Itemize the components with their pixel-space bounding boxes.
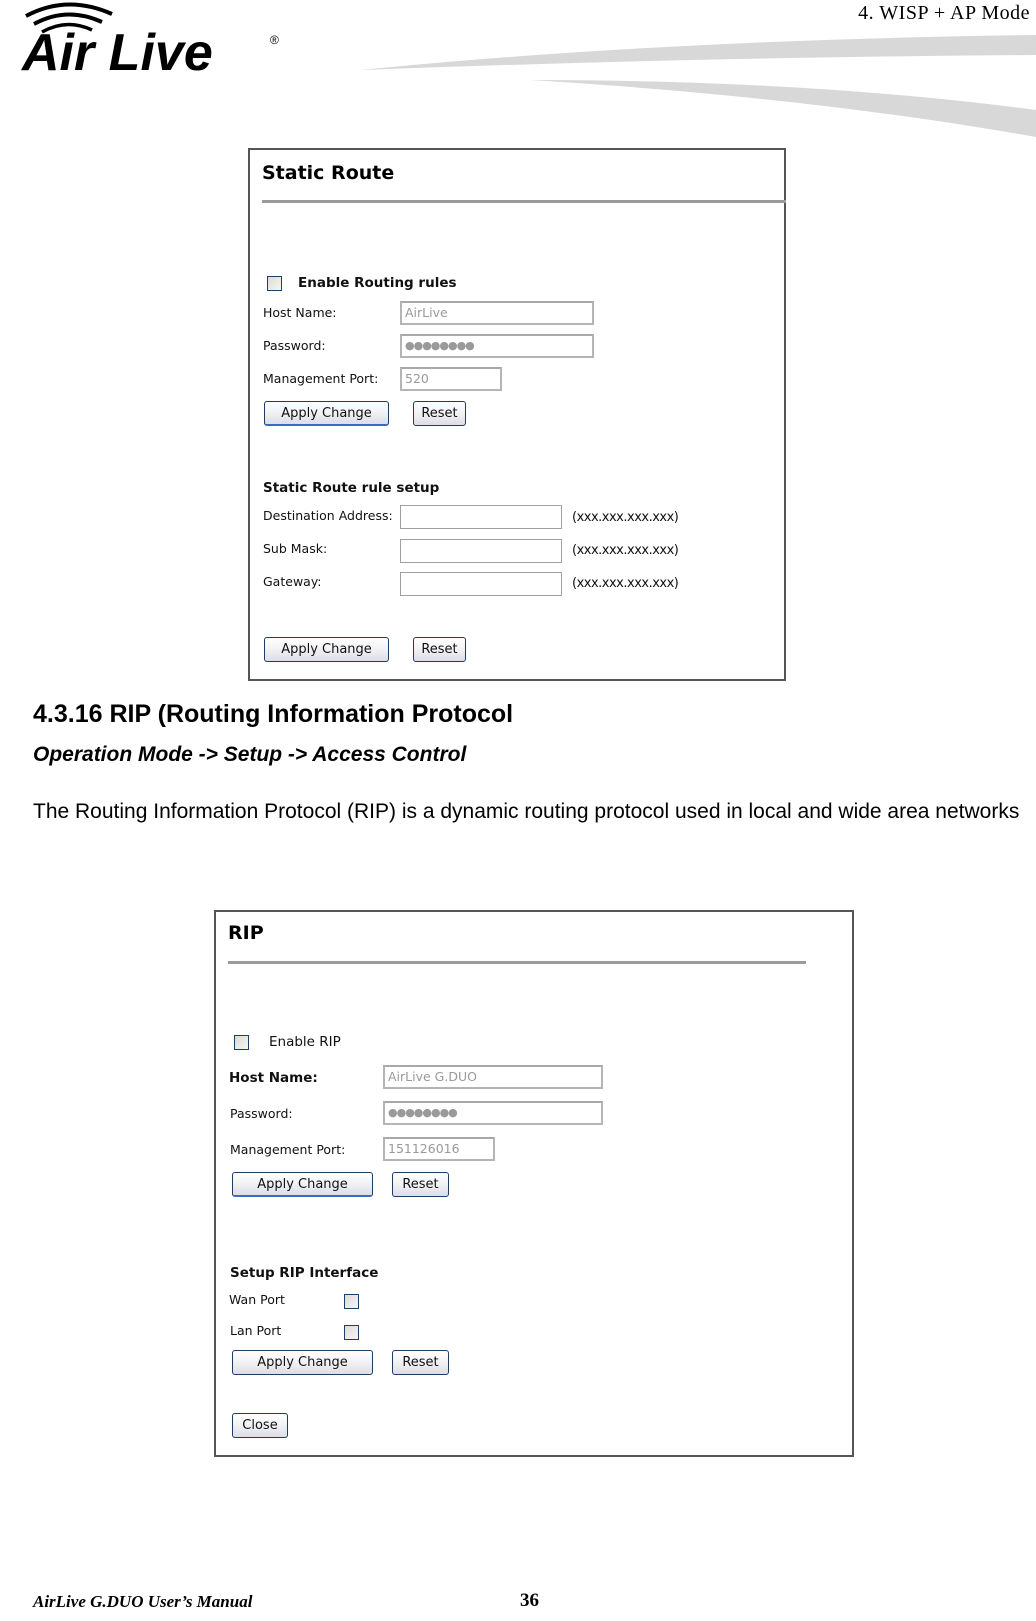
password-label: Password: xyxy=(230,1106,293,1121)
enable-rip-label: Enable RIP xyxy=(269,1034,341,1050)
gateway-label: Gateway: xyxy=(263,574,322,589)
logo-wordmark: Air Live xyxy=(20,24,213,80)
rule-setup-heading: Static Route rule setup xyxy=(263,480,440,496)
sub-mask-hint: (xxx.xxx.xxx.xxx) xyxy=(572,543,679,558)
management-port-label: Management Port: xyxy=(230,1142,346,1157)
management-port-label: Management Port: xyxy=(263,371,379,386)
host-name-label: Host Name: xyxy=(229,1070,318,1086)
destination-address-input[interactable] xyxy=(400,505,562,529)
destination-address-hint: (xxx.xxx.xxx.xxx) xyxy=(572,510,679,525)
host-name-input[interactable]: AirLive G.DUO xyxy=(383,1065,603,1089)
apply-change-button[interactable]: Apply Change xyxy=(264,401,389,426)
lan-port-label: Lan Port xyxy=(230,1323,282,1338)
section-heading: 4.3.16 RIP (Routing Information Protocol xyxy=(33,700,514,728)
rule-apply-change-button[interactable]: Apply Change xyxy=(264,637,389,662)
password-input[interactable]: ●●●●●●●● xyxy=(400,334,594,358)
rip-panel: RIP Enable RIP Host Name: AirLive G.DUO … xyxy=(214,910,854,1457)
apply-change-button[interactable]: Apply Change xyxy=(232,1172,373,1197)
title-divider xyxy=(228,961,806,964)
chapter-title: 4. WISP + AP Mode xyxy=(858,2,1030,24)
airlive-logo-icon: Air Live ® xyxy=(20,2,279,82)
section-description: The Routing Information Protocol (RIP) i… xyxy=(33,800,1020,823)
interface-reset-button[interactable]: Reset xyxy=(392,1350,449,1375)
wan-port-checkbox[interactable] xyxy=(344,1294,359,1309)
password-input[interactable]: ●●●●●●●● xyxy=(383,1101,603,1125)
gateway-hint: (xxx.xxx.xxx.xxx) xyxy=(572,576,679,591)
page-number: 36 xyxy=(520,1590,539,1611)
host-name-label: Host Name: xyxy=(263,305,337,320)
destination-address-label: Destination Address: xyxy=(263,508,393,523)
close-button[interactable]: Close xyxy=(232,1413,288,1438)
lan-port-checkbox[interactable] xyxy=(344,1325,359,1340)
manual-title: AirLive G.DUO User’s Manual xyxy=(33,1592,253,1611)
reset-button[interactable]: Reset xyxy=(413,401,466,426)
header-swoosh-decoration xyxy=(360,35,1036,137)
rule-reset-button[interactable]: Reset xyxy=(413,637,466,662)
interface-apply-change-button[interactable]: Apply Change xyxy=(232,1350,373,1375)
navigation-path: Operation Mode -> Setup -> Access Contro… xyxy=(33,743,467,766)
rip-interface-heading: Setup RIP Interface xyxy=(230,1265,379,1281)
airlive-logo: Air Live ® xyxy=(12,0,282,82)
panel-title: Static Route xyxy=(262,162,395,184)
management-port-input[interactable]: 151126016 xyxy=(383,1137,495,1161)
title-divider xyxy=(262,200,786,203)
enable-rip-checkbox[interactable] xyxy=(234,1035,249,1050)
enable-routing-checkbox[interactable] xyxy=(267,276,282,291)
svg-text:®: ® xyxy=(270,33,279,47)
static-route-panel: Static Route Enable Routing rules Host N… xyxy=(248,148,786,681)
sub-mask-input[interactable] xyxy=(400,539,562,563)
panel-title: RIP xyxy=(228,922,264,944)
host-name-input[interactable]: AirLive xyxy=(400,301,594,325)
reset-button[interactable]: Reset xyxy=(392,1172,449,1197)
management-port-input[interactable]: 520 xyxy=(400,367,502,391)
password-label: Password: xyxy=(263,338,326,353)
sub-mask-label: Sub Mask: xyxy=(263,541,328,556)
wan-port-label: Wan Port xyxy=(229,1292,285,1307)
gateway-input[interactable] xyxy=(400,572,562,596)
enable-routing-label: Enable Routing rules xyxy=(298,275,457,291)
